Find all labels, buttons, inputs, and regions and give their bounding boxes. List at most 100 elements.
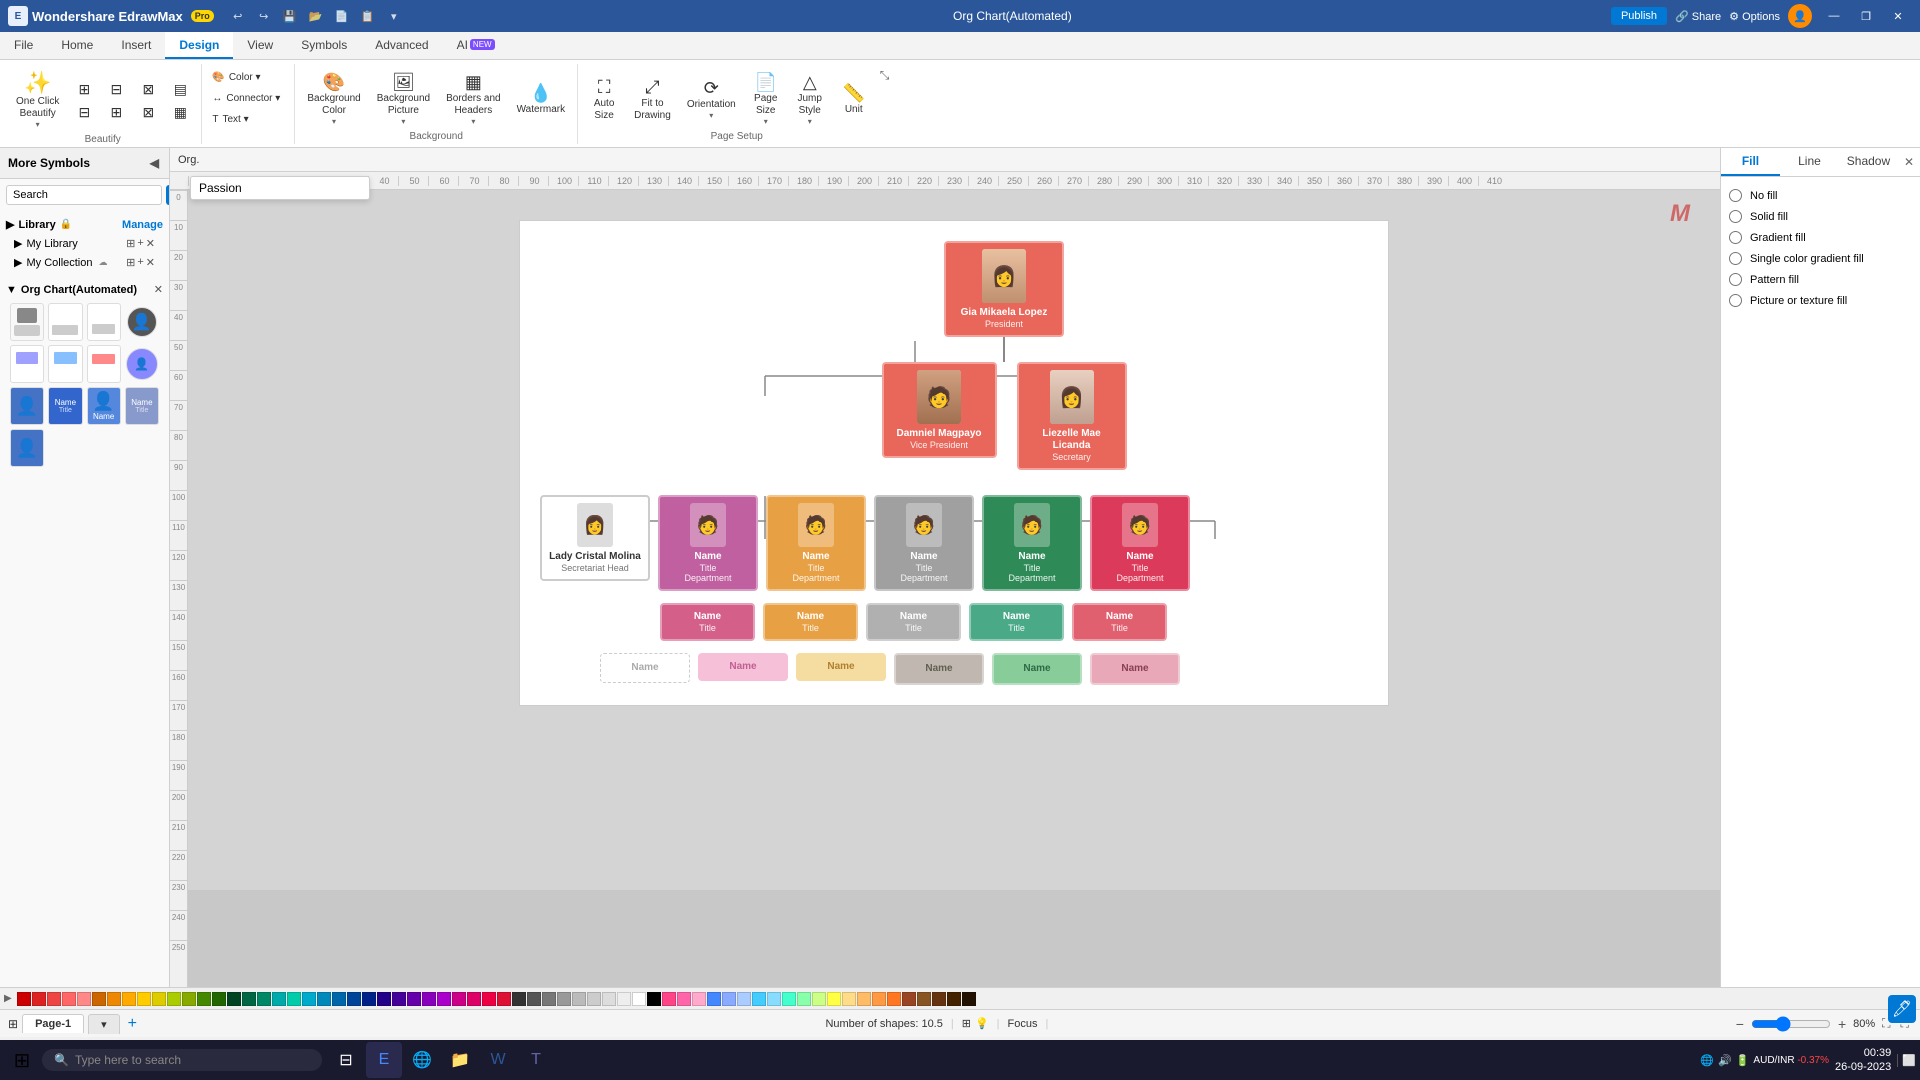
color-swatch-28[interactable] — [437, 992, 451, 1006]
color-swatch-8[interactable] — [137, 992, 151, 1006]
battery-icon[interactable]: 🔋 — [1736, 1054, 1750, 1067]
color-swatch-14[interactable] — [227, 992, 241, 1006]
color-swatch-47[interactable] — [722, 992, 736, 1006]
status-icon-2[interactable]: 💡 — [975, 1017, 989, 1030]
my-library-add2[interactable]: + — [137, 237, 143, 250]
shape-item-6[interactable] — [48, 345, 82, 383]
redo-button[interactable]: ↪ — [252, 5, 276, 27]
text-button[interactable]: T Text ▾ — [208, 110, 288, 129]
color-swatch-50[interactable] — [767, 992, 781, 1006]
color-swatch-11[interactable] — [182, 992, 196, 1006]
leaf-node-0[interactable]: Name — [600, 653, 690, 683]
sub-node-0[interactable]: Name Title — [660, 603, 755, 641]
color-swatch-6[interactable] — [107, 992, 121, 1006]
color-swatch-24[interactable] — [377, 992, 391, 1006]
minimize-button[interactable]: — — [1820, 5, 1848, 27]
color-swatch-3[interactable] — [62, 992, 76, 1006]
color-swatch-37[interactable] — [572, 992, 586, 1006]
unit-button[interactable]: 📏 Unit — [834, 80, 874, 120]
color-swatch-44[interactable] — [677, 992, 691, 1006]
sub-node-1[interactable]: Name Title — [763, 603, 858, 641]
color-swatch-63[interactable] — [962, 992, 976, 1006]
color-swatch-9[interactable] — [152, 992, 166, 1006]
tab-shadow[interactable]: Shadow — [1839, 148, 1898, 176]
fill-radio-single-gradient[interactable] — [1729, 252, 1742, 265]
color-swatch-26[interactable] — [407, 992, 421, 1006]
bg-picture-button[interactable]: 🖼 BackgroundPicture ▾ — [371, 69, 436, 131]
color-swatch-23[interactable] — [362, 992, 376, 1006]
color-swatch-35[interactable] — [542, 992, 556, 1006]
collection-add[interactable]: ⊞ — [126, 256, 135, 269]
color-swatch-36[interactable] — [557, 992, 571, 1006]
leaf-node-4[interactable]: Name — [992, 653, 1082, 685]
fill-radio-gradient[interactable] — [1729, 231, 1742, 244]
color-swatch-7[interactable] — [122, 992, 136, 1006]
color-button[interactable]: 🎨 Color ▾ — [208, 68, 288, 87]
color-swatch-61[interactable] — [932, 992, 946, 1006]
sub-node-2[interactable]: Name Title — [866, 603, 961, 641]
shape-item-10[interactable]: Name Title — [48, 387, 82, 425]
network-icon[interactable]: 🌐 — [1700, 1054, 1714, 1067]
color-swatch-1[interactable] — [32, 992, 46, 1006]
color-swatch-40[interactable] — [617, 992, 631, 1006]
taskbar-app-teams[interactable]: T — [518, 1042, 554, 1078]
dept-node-3[interactable]: 🧑 Name Title Department — [982, 495, 1082, 591]
color-swatch-5[interactable] — [92, 992, 106, 1006]
watermark-button[interactable]: 💧 Watermark — [511, 80, 572, 120]
color-swatch-60[interactable] — [917, 992, 931, 1006]
show-desktop-button[interactable]: ⬜ — [1897, 1054, 1916, 1067]
taskbar-app-word[interactable]: W — [480, 1042, 516, 1078]
fill-option-gradient[interactable]: Gradient fill — [1729, 227, 1912, 248]
color-swatch-56[interactable] — [857, 992, 871, 1006]
manage-button[interactable]: Manage — [122, 219, 163, 231]
leaf-node-5[interactable]: Name — [1090, 653, 1180, 685]
connector-button[interactable]: ↔ Connector ▾ — [208, 89, 288, 108]
tab-design[interactable]: Design — [165, 32, 233, 59]
zoom-out-button[interactable]: − — [1733, 1016, 1747, 1032]
library-title[interactable]: ▶ Library 🔒 — [6, 218, 72, 231]
right-panel-close[interactable]: ✕ — [1898, 148, 1920, 176]
taskbar-app-edraw[interactable]: E — [366, 1042, 402, 1078]
volume-icon[interactable]: 🔊 — [1718, 1054, 1732, 1067]
taskbar-app-chrome[interactable]: 🌐 — [404, 1042, 440, 1078]
color-swatch-21[interactable] — [332, 992, 346, 1006]
color-swatch-46[interactable] — [707, 992, 721, 1006]
dept-node-1[interactable]: 🧑 Name Title Department — [766, 495, 866, 591]
layout-btn-2[interactable]: ⊟ — [101, 79, 131, 100]
shape-item-4[interactable]: 👤 — [127, 307, 157, 337]
page-size-button[interactable]: 📄 PageSize ▾ — [746, 69, 786, 131]
color-swatch-19[interactable] — [302, 992, 316, 1006]
add-page-button[interactable]: + — [124, 1015, 141, 1033]
restore-button[interactable]: ❐ — [1852, 5, 1880, 27]
shape-item-9[interactable]: 👤 — [10, 387, 44, 425]
tab-insert[interactable]: Insert — [107, 32, 165, 59]
tab-file[interactable]: File — [0, 32, 47, 59]
fill-radio-none[interactable] — [1729, 189, 1742, 202]
color-swatch-38[interactable] — [587, 992, 601, 1006]
dept-node-2[interactable]: 🧑 Name Title Department — [874, 495, 974, 591]
color-swatch-48[interactable] — [737, 992, 751, 1006]
color-swatch-51[interactable] — [782, 992, 796, 1006]
qat-dropdown[interactable]: ▾ — [382, 5, 406, 27]
zoom-slider[interactable] — [1751, 1016, 1831, 1032]
color-swatch-13[interactable] — [212, 992, 226, 1006]
fill-option-single-gradient[interactable]: Single color gradient fill — [1729, 248, 1912, 269]
shape-item-11[interactable]: 👤 Name — [87, 387, 121, 425]
color-swatch-27[interactable] — [422, 992, 436, 1006]
layout-btn-7[interactable]: ⊠ — [133, 102, 163, 123]
color-swatch-16[interactable] — [257, 992, 271, 1006]
palette-more[interactable]: ▶ — [4, 993, 12, 1004]
color-swatch-55[interactable] — [842, 992, 856, 1006]
fill-option-picture[interactable]: Picture or texture fill — [1729, 290, 1912, 311]
fill-radio-picture[interactable] — [1729, 294, 1742, 307]
page-tab-dropdown[interactable]: ▾ — [88, 1014, 120, 1034]
page-setup-expand[interactable]: ⤡ — [880, 68, 890, 83]
fill-option-pattern[interactable]: Pattern fill — [1729, 269, 1912, 290]
color-swatch-33[interactable] — [512, 992, 526, 1006]
collection-add2[interactable]: + — [137, 256, 143, 269]
diagram-search-input[interactable] — [199, 181, 361, 195]
color-swatch-57[interactable] — [872, 992, 886, 1006]
layout-btn-8[interactable]: ▦ — [165, 102, 195, 123]
save-button[interactable]: 💾 — [278, 5, 302, 27]
shape-item-7[interactable] — [87, 345, 121, 383]
